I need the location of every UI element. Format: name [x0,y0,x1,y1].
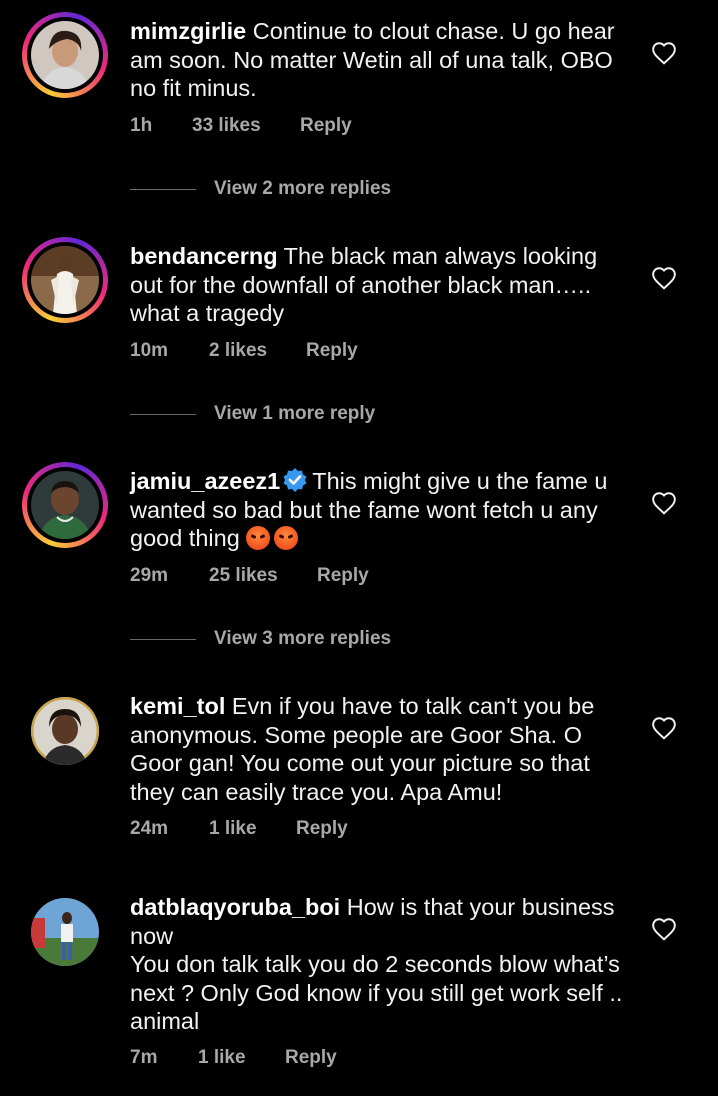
avatar [31,246,99,314]
comment-meta: 7m 1 like Reply [130,1047,337,1069]
comment-username[interactable]: datblaqyoruba_boi [130,894,340,920]
replies-divider [130,413,196,415]
comment-likes[interactable]: 2 likes [209,340,306,362]
view-replies-label[interactable]: View 1 more reply [214,403,375,425]
avatar [31,471,99,539]
view-replies-label[interactable]: View 3 more replies [214,628,391,650]
replies-divider [130,188,196,190]
comment-meta: 29m 25 likes Reply [130,565,369,587]
comment-time: 29m [130,565,169,586]
heart-outline-icon[interactable] [651,266,677,290]
heart-outline-icon[interactable] [651,491,677,515]
comment-likes[interactable]: 33 likes [192,115,300,137]
comment-username[interactable]: mimzgirlie [130,18,246,44]
avatar-story-ring[interactable] [22,237,108,323]
avatar-wrapper[interactable] [22,889,108,975]
heart-outline-icon[interactable] [651,917,677,941]
avatar [31,697,99,765]
comment-text: mimzgirlie Continue to clout chase. U go… [130,17,630,103]
comment-meta: 24m 1 like Reply [130,818,348,840]
reply-button[interactable]: Reply [285,1047,337,1069]
reply-button[interactable]: Reply [317,565,369,587]
comment-username[interactable]: jamiu_azeez1 [130,468,280,494]
view-replies-button[interactable]: View 2 more replies [130,174,391,204]
angry-face-emoji [246,526,271,550]
view-replies-label[interactable]: View 2 more replies [214,178,391,200]
comment-username[interactable]: kemi_tol [130,693,225,719]
comment-time: 7m [130,1047,158,1068]
avatar-story-ring[interactable] [22,12,108,98]
heart-outline-icon[interactable] [651,716,677,740]
reply-button[interactable]: Reply [300,115,352,137]
reply-button[interactable]: Reply [306,340,358,362]
verified-badge-icon [283,468,307,492]
comment-username[interactable]: bendancerng [130,243,278,269]
comment-text: datblaqyoruba_boi How is that your busin… [130,893,630,1036]
avatar [31,21,99,89]
comment-likes[interactable]: 25 likes [209,565,317,587]
heart-outline-icon[interactable] [651,41,677,65]
comment-text: kemi_tol Evn if you have to talk can't y… [130,692,630,806]
angry-face-emoji [274,526,299,550]
replies-divider [130,638,196,640]
reply-button[interactable]: Reply [296,818,348,840]
comment-text: bendancerng The black man always looking… [130,242,630,328]
comment-likes[interactable]: 1 like [198,1047,285,1069]
avatar-wrapper[interactable] [22,688,108,774]
view-replies-button[interactable]: View 3 more replies [130,624,391,654]
view-replies-button[interactable]: View 1 more reply [130,399,375,429]
comment-text: jamiu_azeez1 This might give u the fame u… [130,467,630,553]
avatar-story-ring[interactable] [22,462,108,548]
avatar [31,898,99,966]
comment-time: 1h [130,115,153,136]
comment-time: 10m [130,340,169,361]
comment-meta: 10m 2 likes Reply [130,340,358,362]
comment-likes[interactable]: 1 like [209,818,296,840]
comment-time: 24m [130,818,169,839]
comment-meta: 1h 33 likes Reply [130,115,352,137]
